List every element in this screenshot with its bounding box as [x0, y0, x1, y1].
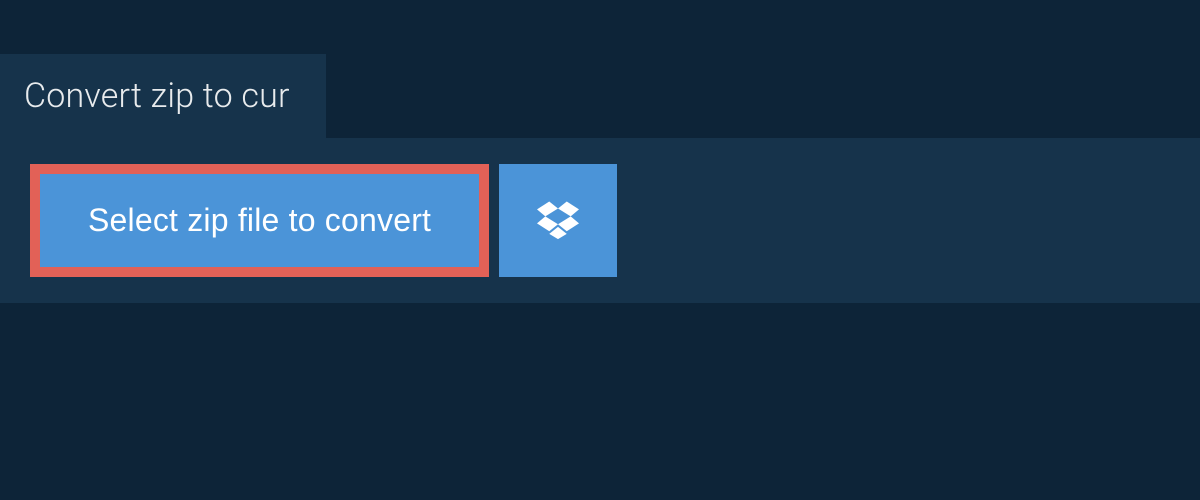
tab-header: Convert zip to cur [0, 54, 326, 138]
main-panel: Select zip file to convert [0, 138, 1200, 303]
dropbox-icon [537, 198, 579, 243]
select-file-highlight: Select zip file to convert [30, 164, 489, 277]
dropbox-button[interactable] [499, 164, 617, 277]
page-title: Convert zip to cur [24, 76, 290, 116]
button-row: Select zip file to convert [30, 164, 1176, 277]
select-file-button[interactable]: Select zip file to convert [40, 174, 479, 267]
